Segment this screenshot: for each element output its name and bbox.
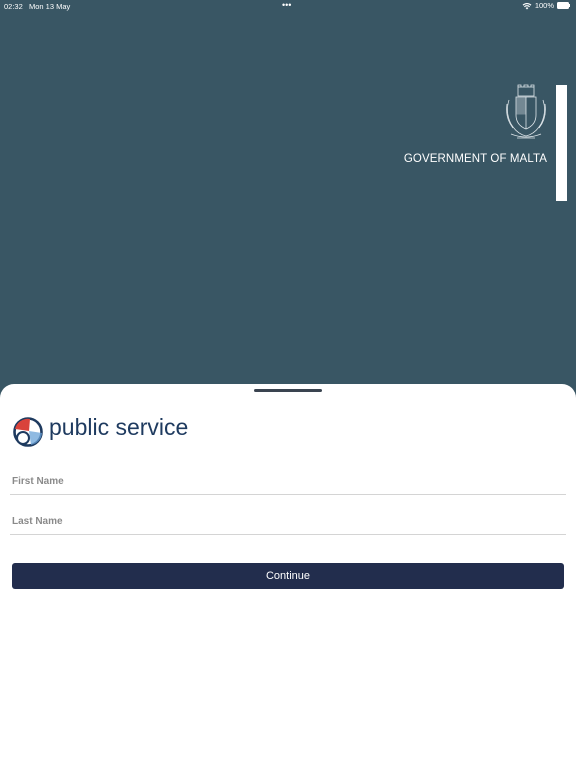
status-date: Mon 13 May — [29, 2, 71, 11]
first-name-input[interactable] — [10, 468, 566, 494]
bottom-sheet: public service Continue — [0, 384, 576, 768]
wifi-icon — [522, 2, 532, 9]
sheet-grabber-handle[interactable] — [254, 389, 322, 392]
public-service-title: public service — [49, 414, 189, 440]
last-name-input[interactable] — [10, 508, 566, 534]
multitasking-dots[interactable]: ••• — [282, 0, 291, 10]
last-name-field-container — [10, 508, 566, 535]
status-time: 02:32 — [4, 2, 23, 11]
battery-percent: 100% — [534, 1, 554, 10]
battery-icon — [557, 2, 570, 9]
status-indicators: 100% — [522, 1, 570, 10]
first-name-field-container — [10, 468, 566, 495]
continue-button[interactable]: Continue — [12, 563, 564, 589]
status-bar: 02:32 Mon 13 May ••• 100% — [0, 0, 576, 12]
government-of-malta-label: GOVERNMENT OF MALTA — [403, 153, 547, 165]
brand-bar — [556, 85, 567, 201]
coat-of-arms-icon — [506, 84, 546, 139]
public-service-logo-icon — [13, 417, 43, 447]
